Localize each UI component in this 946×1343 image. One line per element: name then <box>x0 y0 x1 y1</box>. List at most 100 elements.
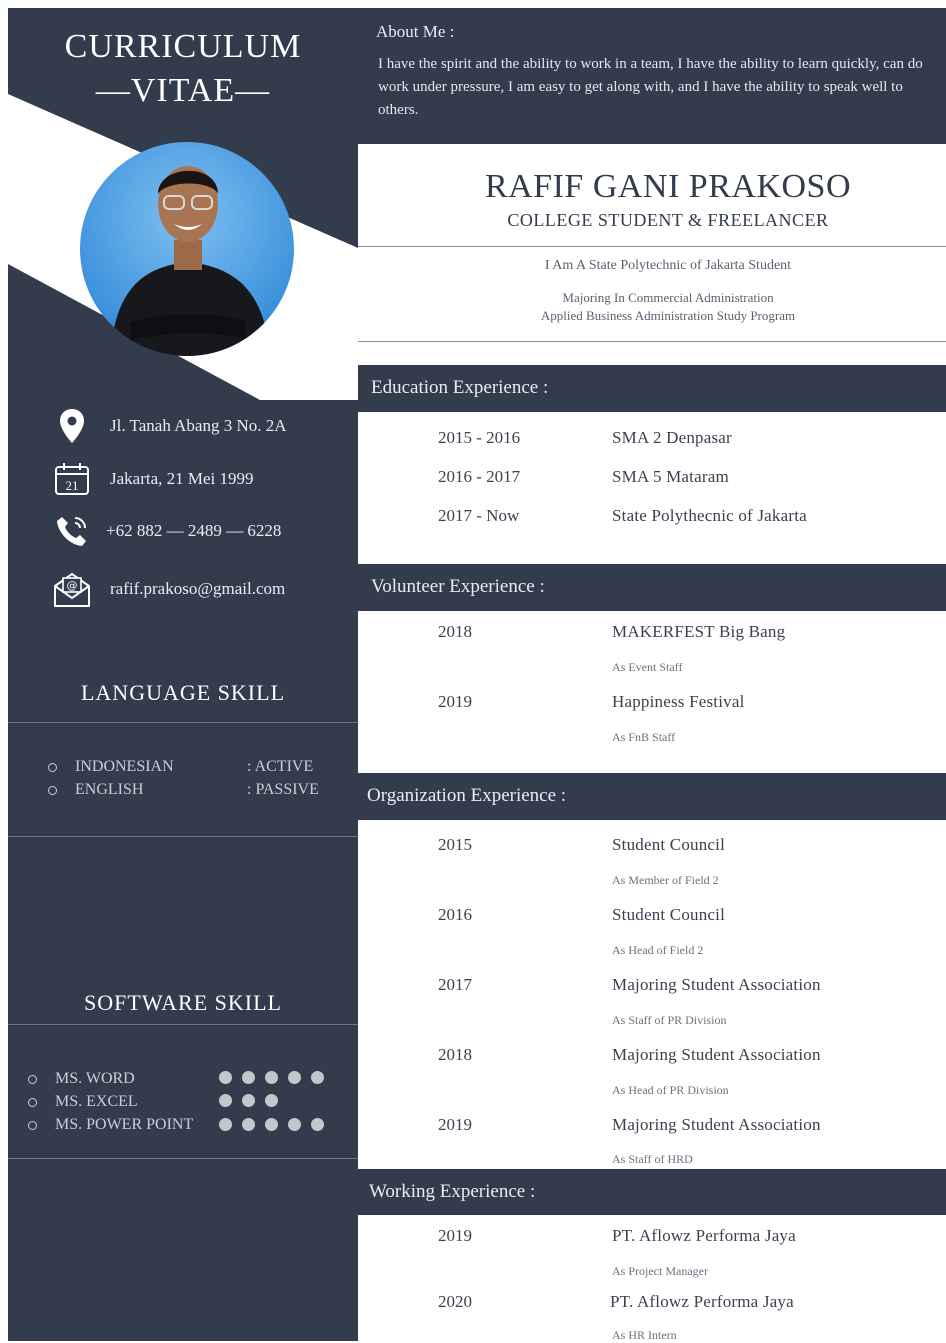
software-item: MS. EXCEL <box>28 1093 138 1111</box>
about-section: About Me : I have the spirit and the abi… <box>358 8 946 144</box>
organization-heading-band: Organization Experience : <box>358 773 946 820</box>
cv-title-line2: —VITAE— <box>95 72 271 109</box>
phone-icon <box>52 511 92 551</box>
org-year: 2017 <box>438 975 472 994</box>
org-name: Student Council <box>612 905 726 924</box>
bullet-icon <box>48 785 57 795</box>
rating-dot <box>242 1071 255 1084</box>
contact-address: Jl. Tanah Abang 3 No. 2A <box>52 406 287 446</box>
org-role: As Head of PR Division <box>612 1083 729 1097</box>
working-heading: Working Experience : <box>369 1181 536 1202</box>
location-pin-icon <box>52 406 92 446</box>
contact-phone: +62 882 — 2489 — 6228 <box>52 511 281 551</box>
divider <box>8 836 358 837</box>
divider <box>8 1158 358 1159</box>
org-role: As Member of Field 2 <box>612 873 719 887</box>
volunteer-event: MAKERFEST Big Bang <box>612 622 786 641</box>
rating-dot <box>242 1118 255 1131</box>
intro-line: Majoring In Commercial Administration <box>562 290 774 305</box>
working-heading-band: Working Experience : <box>358 1169 946 1215</box>
work-company: PT. Aflowz Performa Jaya <box>610 1292 794 1311</box>
org-year: 2019 <box>438 1115 472 1134</box>
education-heading-band: Education Experience : <box>358 365 946 412</box>
software-skill-heading: SOFTWARE SKILL <box>84 990 282 1015</box>
intro-line: Applied Business Administration Study Pr… <box>540 308 796 323</box>
job-title: COLLEGE STUDENT & FREELANCER <box>507 210 829 230</box>
work-year: 2020 <box>438 1292 472 1311</box>
volunteer-role: As Event Staff <box>612 660 683 674</box>
volunteer-role: As FnB Staff <box>612 730 676 744</box>
volunteer-year: 2018 <box>438 622 472 641</box>
education-heading: Education Experience : <box>371 377 549 398</box>
org-name: Majoring Student Association <box>612 1045 821 1064</box>
org-name: Majoring Student Association <box>612 975 821 994</box>
language-name: INDONESIAN <box>75 758 174 775</box>
rating-dot <box>219 1118 232 1131</box>
bullet-icon <box>28 1074 37 1084</box>
rating-dot <box>219 1071 232 1084</box>
intro-line: I Am A State Polytechnic of Jakarta Stud… <box>544 258 792 273</box>
sidebar: CURRICULUM —VITAE— Jl. Tanah Abang 3 No.… <box>8 8 358 1341</box>
org-role: As Head of Field 2 <box>612 943 704 957</box>
cv-title-line1: CURRICULUM <box>64 28 302 65</box>
org-name: Majoring Student Association <box>612 1115 821 1134</box>
address-text: Jl. Tanah Abang 3 No. 2A <box>110 416 287 435</box>
rating-dot <box>311 1118 324 1131</box>
software-item: MS. POWER POINT <box>28 1116 193 1134</box>
org-role: As Staff of PR Division <box>612 1013 727 1027</box>
divider <box>8 1024 358 1025</box>
language-name: ENGLISH <box>75 781 144 798</box>
phone-text: +62 882 — 2489 — 6228 <box>106 521 282 540</box>
work-company: PT. Aflowz Performa Jaya <box>612 1226 796 1245</box>
org-name: Student Council <box>612 835 726 854</box>
work-role: As Project Manager <box>612 1264 708 1278</box>
education-school: SMA 2 Denpasar <box>612 428 732 447</box>
software-item: MS. WORD <box>28 1070 135 1088</box>
rating-dot <box>219 1094 232 1107</box>
email-icon: @ <box>52 569 92 609</box>
education-year: 2017 - Now <box>438 506 520 525</box>
volunteer-heading-band: Volunteer Experience : <box>358 564 946 611</box>
about-text: I have the spirit and the ability to wor… <box>378 56 923 118</box>
bullet-icon <box>48 762 57 772</box>
profile-photo <box>80 142 294 356</box>
rating-dot <box>265 1071 278 1084</box>
language-item: ENGLISH : PASSIVE <box>48 781 319 799</box>
divider <box>358 341 946 342</box>
full-name: RAFIF GANI PRAKOSO <box>484 168 852 205</box>
org-year: 2015 <box>438 835 472 854</box>
volunteer-event: Happiness Festival <box>612 692 745 711</box>
software-name: MS. POWER POINT <box>55 1116 194 1133</box>
education-school: State Polythecnic of Jakarta <box>612 506 807 525</box>
rating-dot <box>311 1071 324 1084</box>
about-label: About Me : <box>376 22 455 41</box>
rating-dot <box>242 1094 255 1107</box>
org-role: As Staff of HRD <box>612 1152 693 1166</box>
rating-dots <box>219 1094 288 1107</box>
org-year: 2016 <box>438 905 472 924</box>
language-level: : PASSIVE <box>247 781 319 798</box>
rating-dot <box>265 1118 278 1131</box>
calendar-icon: 21 <box>52 459 92 499</box>
email-text[interactable]: rafif.prakoso@gmail.com <box>110 579 285 599</box>
birth-text: Jakarta, 21 Mei 1999 <box>110 469 254 488</box>
organization-heading: Organization Experience : <box>367 785 567 806</box>
rating-dot <box>265 1094 278 1107</box>
language-level: : ACTIVE <box>247 758 314 775</box>
education-year: 2015 - 2016 <box>438 428 521 447</box>
software-name: MS. EXCEL <box>55 1093 138 1110</box>
education-school: SMA 5 Mataram <box>612 467 729 486</box>
rating-dot <box>288 1071 301 1084</box>
volunteer-year: 2019 <box>438 692 472 711</box>
language-item: INDONESIAN : ACTIVE <box>48 758 313 776</box>
divider <box>8 722 358 723</box>
work-year: 2019 <box>438 1226 472 1245</box>
svg-text:@: @ <box>67 579 78 592</box>
contact-email[interactable]: @ rafif.prakoso@gmail.com <box>52 569 285 609</box>
volunteer-heading: Volunteer Experience : <box>371 576 545 597</box>
education-year: 2016 - 2017 <box>438 467 521 486</box>
org-year: 2018 <box>438 1045 472 1064</box>
bullet-icon <box>28 1097 37 1107</box>
rating-dot <box>288 1118 301 1131</box>
divider <box>358 246 946 247</box>
